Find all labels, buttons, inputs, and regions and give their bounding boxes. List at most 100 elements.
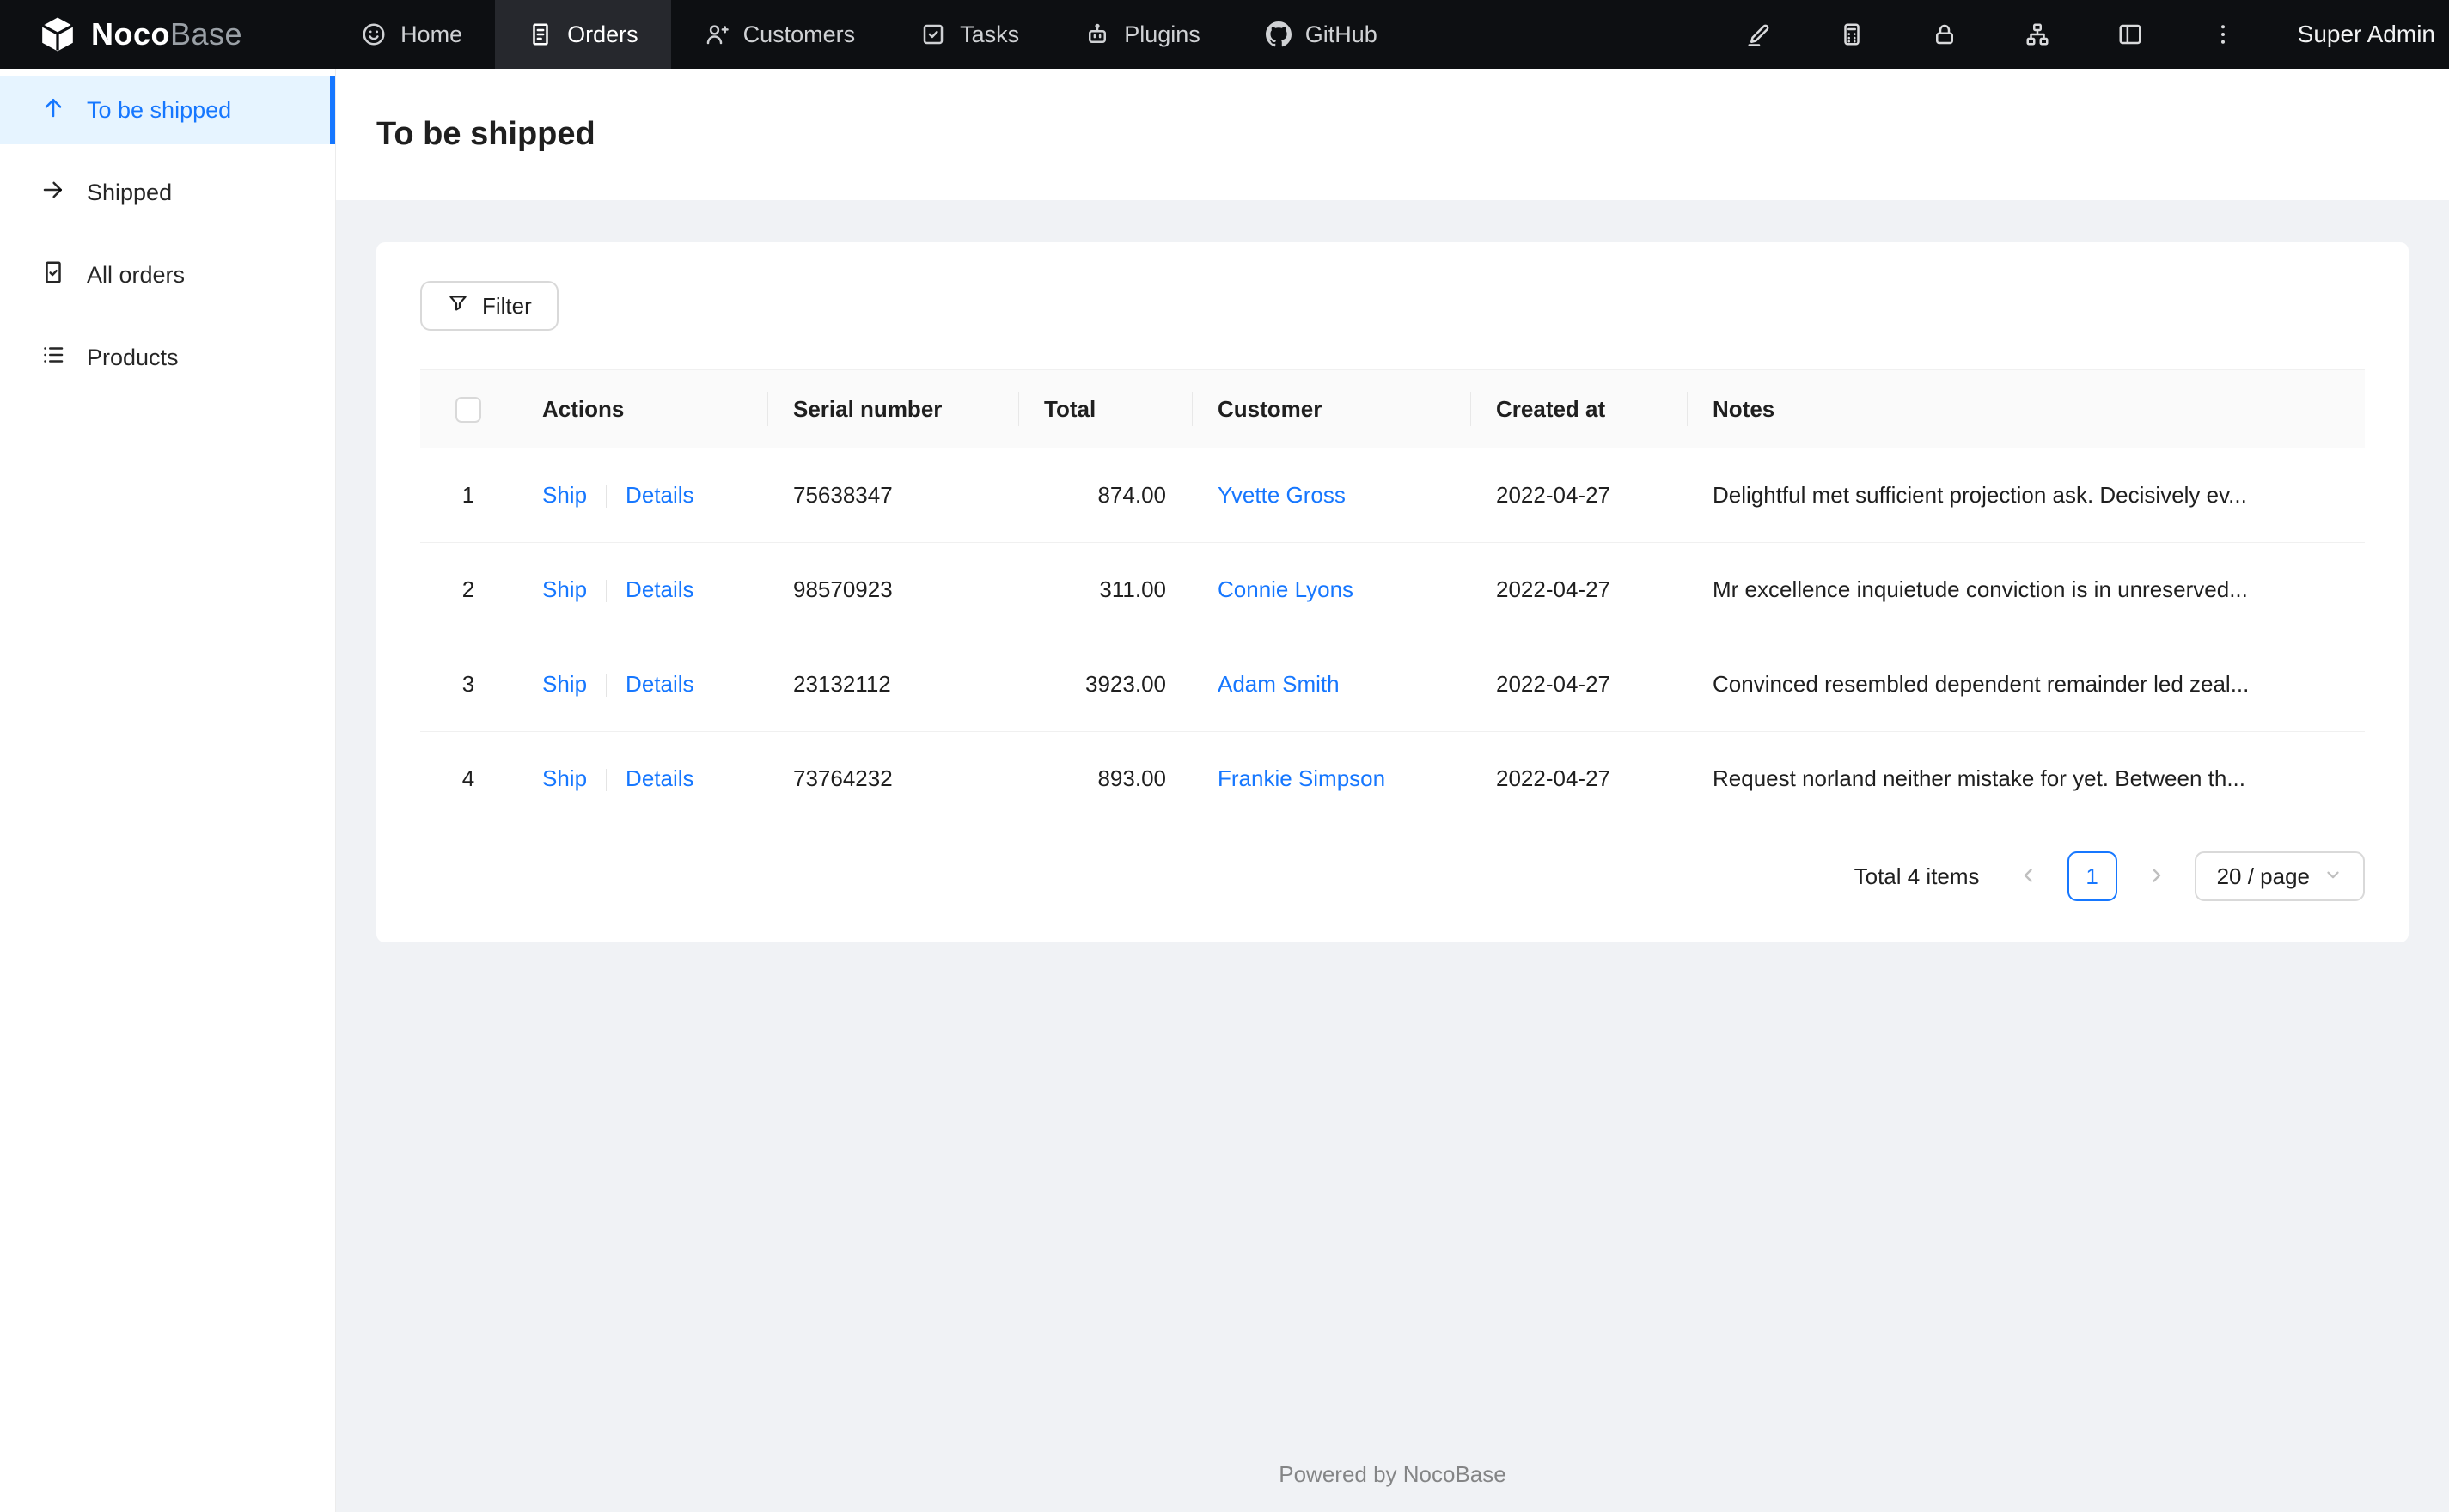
- customer-link[interactable]: Frankie Simpson: [1218, 765, 1385, 791]
- column-header-notes: Notes: [1687, 369, 2365, 448]
- footer: Powered by NocoBase: [1279, 1461, 1506, 1487]
- sidebar-item-products[interactable]: Products: [0, 323, 335, 392]
- pagination-page-1[interactable]: 1: [2067, 851, 2117, 901]
- app: NocoBase Home Orders Customers Tasks Plu…: [0, 0, 2449, 1512]
- plugins-icon: [1084, 21, 1110, 47]
- chevron-down-icon: [2324, 863, 2342, 890]
- lock-icon[interactable]: [1927, 16, 1963, 52]
- github-icon: [1265, 21, 1292, 47]
- created-at-cell: 2022-04-27: [1470, 637, 1687, 732]
- table-row: 3 Ship Details 23132112 3923.00 Adam Smit…: [420, 637, 2365, 732]
- page-title: To be shipped: [376, 116, 595, 152]
- tasks-icon: [920, 21, 946, 47]
- nav-item-label: Plugins: [1124, 21, 1200, 47]
- nav-item-label: Tasks: [960, 21, 1020, 47]
- pagination-next-button[interactable]: [2131, 851, 2181, 901]
- nav-item-label: Home: [400, 21, 463, 47]
- action-divider: [606, 485, 608, 509]
- file-done-icon: [40, 259, 66, 291]
- row-index: 2: [420, 542, 516, 637]
- customers-icon: [704, 21, 730, 47]
- customer-link[interactable]: Yvette Gross: [1218, 482, 1346, 508]
- brand[interactable]: NocoBase: [0, 0, 263, 69]
- ship-link[interactable]: Ship: [542, 482, 587, 508]
- select-all-checkbox[interactable]: [455, 397, 481, 424]
- sidebar-item-all-orders[interactable]: All orders: [0, 241, 335, 309]
- pagination-prev-button[interactable]: [2004, 851, 2054, 901]
- pagination-total: Total 4 items: [1854, 863, 1980, 889]
- page-size-select[interactable]: 20 / page: [2194, 851, 2365, 901]
- chevron-right-icon: [2146, 865, 2166, 888]
- column-header-customer: Customer: [1192, 369, 1470, 448]
- nav-item-home[interactable]: Home: [328, 0, 495, 69]
- ship-link[interactable]: Ship: [542, 765, 587, 791]
- notes-cell: Mr excellence inquietude conviction is i…: [1687, 542, 2365, 637]
- org-chart-icon[interactable]: [2019, 16, 2055, 52]
- nav-item-plugins[interactable]: Plugins: [1052, 0, 1233, 69]
- total-cell: 874.00: [1018, 448, 1192, 543]
- customer-link[interactable]: Adam Smith: [1218, 671, 1340, 697]
- content-area: Filter Actions Serial number Total Custo…: [336, 200, 2449, 1512]
- table-row: 4 Ship Details 73764232 893.00 Frankie Si…: [420, 731, 2365, 826]
- nav-item-tasks[interactable]: Tasks: [888, 0, 1052, 69]
- page-size-value: 20 / page: [2216, 863, 2310, 889]
- notes-cell: Convinced resembled dependent remainder …: [1687, 637, 2365, 732]
- action-divider: [606, 580, 608, 603]
- customer-link[interactable]: Connie Lyons: [1218, 576, 1353, 602]
- orders-icon: [528, 21, 553, 47]
- user-menu[interactable]: Super Admin: [2298, 21, 2437, 48]
- ship-link[interactable]: Ship: [542, 576, 587, 602]
- nav-item-orders[interactable]: Orders: [495, 0, 671, 69]
- created-at-cell: 2022-04-27: [1470, 448, 1687, 543]
- sidebar-item-to-be-shipped[interactable]: To be shipped: [0, 76, 335, 144]
- notes-cell: Request norland neither mistake for yet.…: [1687, 731, 2365, 826]
- sidebar-item-shipped[interactable]: Shipped: [0, 158, 335, 227]
- ship-link[interactable]: Ship: [542, 671, 587, 697]
- calculator-icon[interactable]: [1834, 16, 1870, 52]
- nav-item-customers[interactable]: Customers: [671, 0, 889, 69]
- serial-cell: 73764232: [767, 731, 1018, 826]
- main-content: To be shipped Filter Actions Serial numb…: [336, 69, 2449, 1512]
- arrow-up-icon: [40, 94, 66, 126]
- row-index: 3: [420, 637, 516, 732]
- serial-cell: 23132112: [767, 637, 1018, 732]
- top-navbar: NocoBase Home Orders Customers Tasks Plu…: [0, 0, 2449, 69]
- list-icon: [40, 342, 66, 374]
- orders-table: Actions Serial number Total Customer Cre…: [420, 369, 2365, 826]
- nav-item-github[interactable]: GitHub: [1233, 0, 1410, 69]
- total-cell: 311.00: [1018, 542, 1192, 637]
- navbar-right: Super Admin: [1741, 0, 2437, 69]
- serial-cell: 98570923: [767, 542, 1018, 637]
- details-link[interactable]: Details: [626, 576, 693, 602]
- brand-text: NocoBase: [91, 16, 242, 52]
- notes-cell: Delightful met sufficient projection ask…: [1687, 448, 2365, 543]
- layout-icon[interactable]: [2112, 16, 2148, 52]
- sidebar-item-label: Shipped: [87, 179, 173, 205]
- home-icon: [361, 21, 387, 47]
- sidebar-item-label: Products: [87, 344, 179, 370]
- serial-cell: 75638347: [767, 448, 1018, 543]
- chevron-left-icon: [2018, 865, 2039, 888]
- row-index: 4: [420, 731, 516, 826]
- column-header-total: Total: [1018, 369, 1192, 448]
- table-header-row: Actions Serial number Total Customer Cre…: [420, 369, 2365, 448]
- details-link[interactable]: Details: [626, 671, 693, 697]
- row-index: 1: [420, 448, 516, 543]
- details-link[interactable]: Details: [626, 482, 693, 508]
- created-at-cell: 2022-04-27: [1470, 542, 1687, 637]
- sidebar: To be shipped Shipped All orders Product…: [0, 69, 336, 1512]
- column-header-created-at: Created at: [1470, 369, 1687, 448]
- brand-bold: Noco: [91, 16, 170, 52]
- nocobase-logo-icon: [38, 15, 77, 54]
- column-header-serial: Serial number: [767, 369, 1018, 448]
- arrow-right-icon: [40, 177, 66, 209]
- action-divider: [606, 674, 608, 698]
- main-nav: Home Orders Customers Tasks Plugins GitH…: [328, 0, 1410, 69]
- filter-icon: [447, 292, 469, 320]
- details-link[interactable]: Details: [626, 765, 693, 791]
- nav-item-label: Orders: [567, 21, 638, 47]
- highlighter-icon[interactable]: [1741, 16, 1777, 52]
- sidebar-item-label: All orders: [87, 261, 186, 288]
- filter-button[interactable]: Filter: [420, 281, 559, 331]
- kebab-menu-icon[interactable]: [2205, 16, 2241, 52]
